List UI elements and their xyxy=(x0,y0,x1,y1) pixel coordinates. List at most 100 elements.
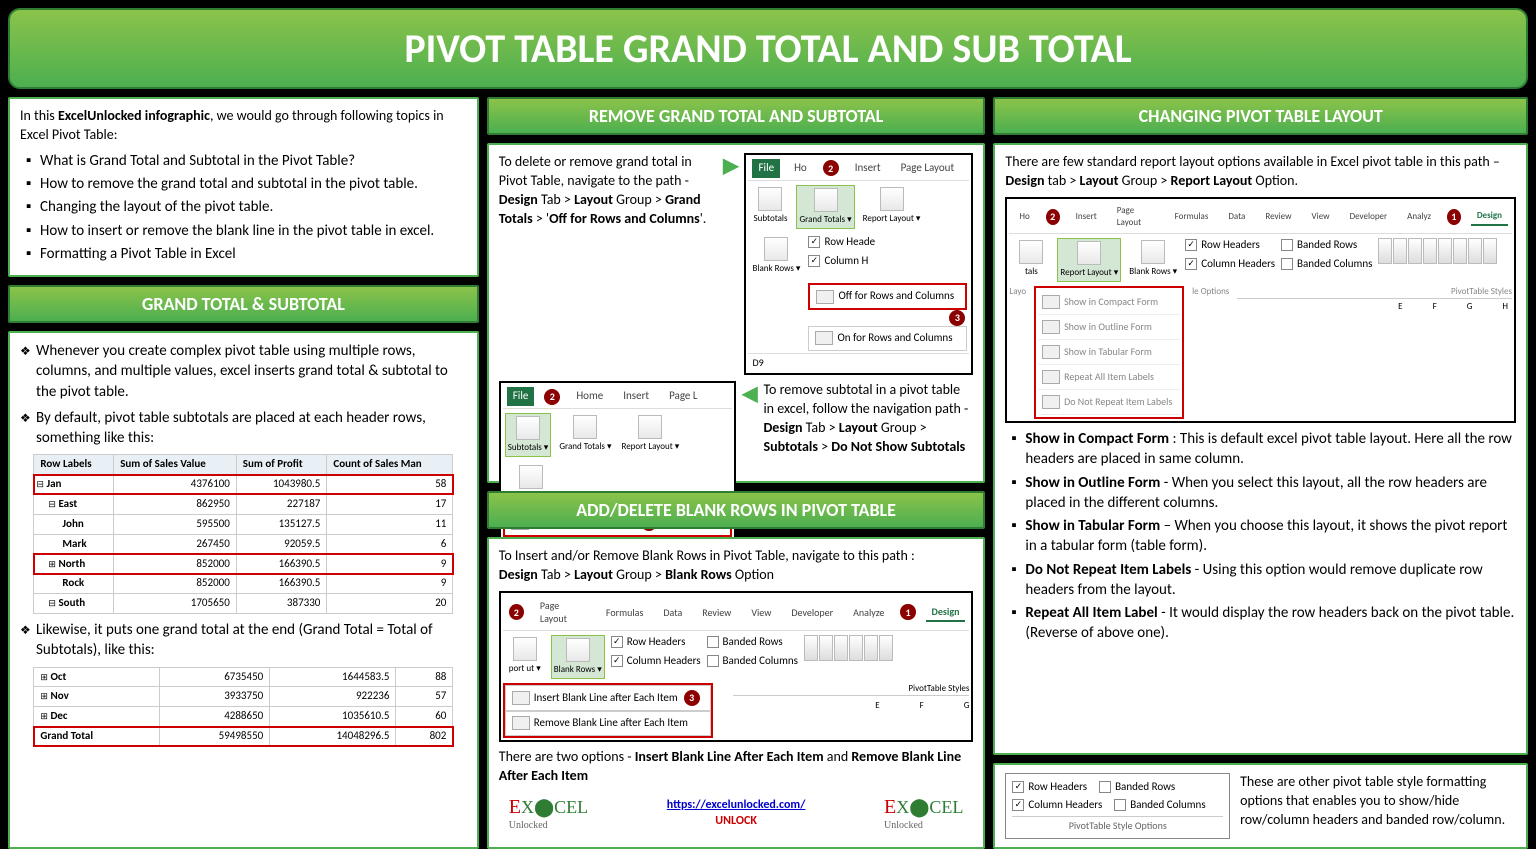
table-row: Rock852000166390.59 xyxy=(34,574,453,594)
banded-cols-checkbox[interactable] xyxy=(1114,799,1126,811)
table-row: ⊟ East86295022718717 xyxy=(34,494,453,514)
off-rows-columns-menu[interactable]: Off for Rows and Columns xyxy=(808,283,967,310)
intro-bullet: Formatting a Pivot Table in Excel xyxy=(26,244,467,264)
layout-ribbon: Ho2 Insert Page Layout Formulas Data Rev… xyxy=(1005,197,1516,423)
intro-bullet: What is Grand Total and Subtotal in the … xyxy=(26,151,467,171)
tab-formulas[interactable]: Formulas xyxy=(600,604,649,622)
report-button[interactable]: port ut ▾ xyxy=(505,635,545,677)
tab-insert[interactable]: Insert xyxy=(849,159,887,178)
col-headers-checkbox[interactable]: ✓ xyxy=(1185,258,1197,270)
show-tabular-menu[interactable]: Show in Tabular Form xyxy=(1038,340,1180,365)
report-layout-button[interactable]: Report Layout ▾ xyxy=(619,413,681,455)
tab-file[interactable]: File xyxy=(507,387,535,406)
th: Row Labels xyxy=(34,455,114,475)
remove-blank-line-menu[interactable]: Remove Blank Line after Each Item xyxy=(505,711,711,736)
tab-file[interactable]: File xyxy=(752,159,780,178)
style-palette[interactable] xyxy=(804,635,893,661)
step-badge-2: 2 xyxy=(544,389,560,405)
tab-design[interactable]: Design xyxy=(1471,208,1508,226)
intro-bullet: How to insert or remove the blank line i… xyxy=(26,221,467,241)
blank-rows-ribbon: 2 Page Layout Formulas Data Review View … xyxy=(499,591,974,742)
report-layout-button[interactable]: Report Layout ▾ xyxy=(861,185,923,227)
tab-formulas[interactable]: Formulas xyxy=(1169,209,1215,225)
style-options-text: These are other pivot table style format… xyxy=(1240,773,1516,830)
tab-view[interactable]: View xyxy=(1306,209,1336,225)
tab-page-layout[interactable]: Page Layout xyxy=(1111,203,1161,231)
col-headers-checkbox[interactable]: ✓ xyxy=(1012,799,1024,811)
arrow-right-icon: ▶ xyxy=(723,153,738,180)
tab-insert[interactable]: Insert xyxy=(1070,209,1103,225)
tab-analyze[interactable]: Analyze xyxy=(847,604,890,622)
row-headers-checkbox[interactable]: ✓ xyxy=(611,636,623,648)
tab-insert[interactable]: Insert xyxy=(617,387,655,406)
tab-home[interactable]: Home xyxy=(570,387,609,406)
tab-review[interactable]: Review xyxy=(1259,209,1297,225)
remove-p2: To remove subtotal in a pivot table in e… xyxy=(763,381,973,457)
blank-rows-p2: There are two options - Insert Blank Lin… xyxy=(499,748,974,786)
tab-home[interactable]: Ho xyxy=(788,159,813,178)
pivot-table-sample-2: ⊞ Oct67354501644583.588⊞ Nov393375092223… xyxy=(33,667,453,747)
col-headers-checkbox[interactable]: ✓ xyxy=(808,255,820,267)
subtotals-button[interactable]: Subtotals ▾ xyxy=(505,413,552,457)
totals-button[interactable]: tals xyxy=(1011,238,1051,280)
step-badge-3: 3 xyxy=(949,310,965,326)
grand-totals-button[interactable]: Grand Totals ▾ xyxy=(557,413,613,455)
banded-rows-checkbox[interactable] xyxy=(1281,239,1293,251)
insert-blank-line-menu[interactable]: Insert Blank Line after Each Item 3 xyxy=(505,685,711,711)
banded-cols-checkbox[interactable] xyxy=(1281,258,1293,270)
tab-page-l[interactable]: Page L xyxy=(663,387,703,406)
show-outline-menu[interactable]: Show in Outline Form xyxy=(1038,315,1180,340)
tab-developer[interactable]: Developer xyxy=(785,604,839,622)
layout-path: Design tab > Layout Group > Report Layou… xyxy=(1005,172,1516,191)
table-row: ⊞ Oct67354501644583.588 xyxy=(34,667,453,687)
report-layout-button[interactable]: Report Layout ▾ xyxy=(1057,238,1121,282)
remove-p1: To delete or remove grand total in Pivot… xyxy=(499,153,717,229)
tab-data[interactable]: Data xyxy=(1222,209,1251,225)
tab-page-layout[interactable]: Page Layout xyxy=(895,159,961,178)
style-options-card: ✓Row Headers Banded Rows ✓Column Headers… xyxy=(993,763,1528,849)
step-badge-1: 1 xyxy=(900,604,915,620)
site-link[interactable]: https://excelunlocked.com/ xyxy=(667,798,806,812)
style-palette[interactable] xyxy=(1378,238,1497,264)
tab-ho[interactable]: Ho xyxy=(1013,209,1035,225)
tab-data[interactable]: Data xyxy=(657,604,688,622)
gt-p3: Likewise, it puts one grand total at the… xyxy=(20,620,467,661)
blank-rows-button[interactable]: Blank Rows ▾ xyxy=(551,635,605,679)
blank-rows-button[interactable]: Blank Rows ▾ xyxy=(750,235,802,277)
page-title: PIVOT TABLE GRAND TOTAL AND SUB TOTAL xyxy=(8,8,1528,89)
row-headers-checkbox[interactable]: ✓ xyxy=(808,236,820,248)
on-rows-columns-menu[interactable]: On for Rows and Columns xyxy=(808,326,967,351)
gt-p1: Whenever you create complex pivot table … xyxy=(20,341,467,402)
grand-totals-button[interactable]: Grand Totals ▾ xyxy=(796,185,854,229)
banded-rows-checkbox[interactable] xyxy=(707,636,719,648)
row-headers-checkbox[interactable]: ✓ xyxy=(1012,781,1024,793)
col-headers-checkbox[interactable]: ✓ xyxy=(611,655,623,667)
layout-p1: There are few standard report layout opt… xyxy=(1005,153,1516,172)
pivottable-styles-label: PivotTable Styles xyxy=(733,683,970,695)
show-compact-menu[interactable]: Show in Compact Form xyxy=(1038,290,1180,315)
tab-page-layout[interactable]: Page Layout xyxy=(534,597,592,628)
report-layout-menu: Show in Compact Form Show in Outline For… xyxy=(1034,286,1184,419)
step-badge-2: 2 xyxy=(509,604,524,620)
th: Sum of Sales Value xyxy=(114,455,237,475)
tab-design[interactable]: Design xyxy=(926,603,966,623)
table-row: ⊟ South170565038733020 xyxy=(34,594,453,614)
no-repeat-labels-menu[interactable]: Do Not Repeat Item Labels xyxy=(1038,390,1180,415)
step-badge-2: 2 xyxy=(823,160,839,176)
tab-developer[interactable]: Developer xyxy=(1344,209,1394,225)
banded-rows-checkbox[interactable] xyxy=(1099,781,1111,793)
blank-rows-path: Design Tab > Layout Group > Blank Rows O… xyxy=(499,566,974,585)
main-grid: In this ExcelUnlocked infographic, we wo… xyxy=(8,97,1528,849)
tab-review[interactable]: Review xyxy=(696,604,737,622)
subtotals-button[interactable]: Subtotals xyxy=(750,185,790,227)
row-headers-checkbox[interactable]: ✓ xyxy=(1185,239,1197,251)
step-badge-3: 3 xyxy=(684,690,700,706)
tab-analyze[interactable]: Analyz xyxy=(1401,209,1437,225)
blank-rows-card: To Insert and/or Remove Blank Rows in Pi… xyxy=(487,537,986,849)
blank-rows-button[interactable]: Blank Rows ▾ xyxy=(1127,238,1179,280)
blank-rows-p1: To Insert and/or Remove Blank Rows in Pi… xyxy=(499,547,974,566)
tab-view[interactable]: View xyxy=(745,604,777,622)
repeat-labels-menu[interactable]: Repeat All Item Labels xyxy=(1038,365,1180,390)
banded-cols-checkbox[interactable] xyxy=(707,655,719,667)
gt-subtotal-header: GRAND TOTAL & SUBTOTAL xyxy=(8,285,479,323)
